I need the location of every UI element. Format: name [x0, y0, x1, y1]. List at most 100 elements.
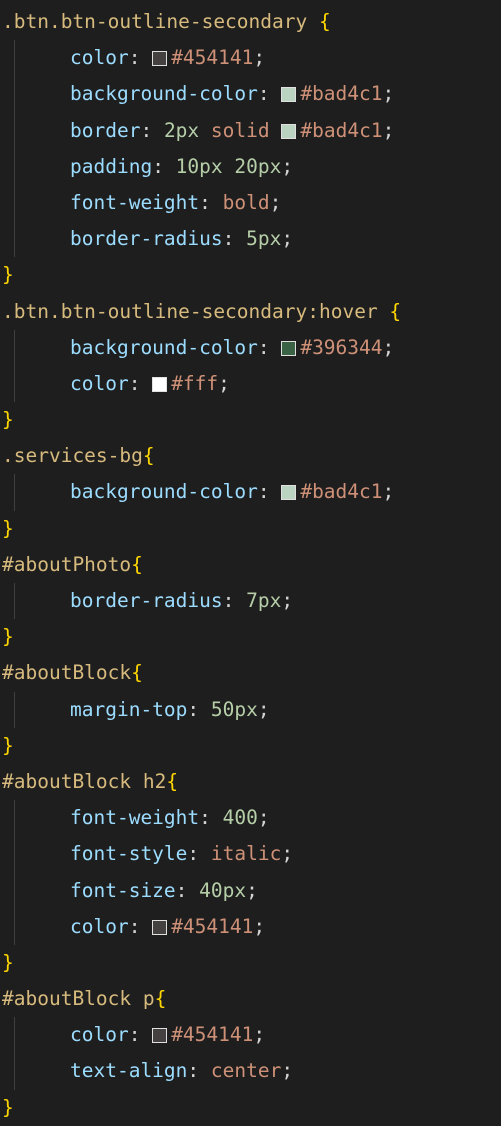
code-line[interactable]: border-radius: 5px;	[0, 221, 501, 258]
css-number: 50px	[210, 697, 258, 721]
semicolon: ;	[281, 1059, 294, 1083]
css-property: padding	[70, 154, 153, 178]
colon: :	[257, 335, 282, 359]
close-brace: }	[2, 263, 14, 287]
code-line[interactable]: border: 2px solid #bad4c1;	[0, 112, 501, 149]
css-property: border-radius	[70, 589, 223, 612]
color-swatch-icon[interactable]	[281, 340, 297, 356]
code-line[interactable]: font-style: italic;	[0, 836, 501, 873]
color-swatch-icon[interactable]	[281, 87, 297, 103]
colon: :	[175, 878, 200, 902]
semicolon: ;	[281, 842, 294, 866]
colon: :	[222, 227, 247, 251]
color-swatch-icon[interactable]	[281, 485, 297, 501]
code-line[interactable]: }	[0, 728, 501, 764]
colon: :	[187, 1059, 211, 1083]
color-swatch-icon[interactable]	[152, 1028, 168, 1044]
semicolon: ;	[382, 480, 395, 504]
code-line[interactable]: }	[0, 945, 501, 981]
semicolon: ;	[257, 806, 270, 830]
code-line[interactable]: text-align: center;	[0, 1053, 501, 1090]
colon: :	[199, 190, 223, 214]
indent-guide	[14, 148, 15, 185]
css-property: background-color	[70, 335, 258, 359]
code-line[interactable]: }	[0, 257, 501, 293]
color-swatch-icon[interactable]	[281, 123, 297, 139]
css-number: 40px	[199, 878, 247, 902]
code-editor[interactable]: .btn.btn-outline-secondary {color: #4541…	[0, 0, 501, 1119]
css-selector: #aboutPhoto	[2, 552, 132, 576]
indent-guide	[14, 329, 15, 366]
colon: :	[187, 697, 211, 721]
css-value: #bad4c1	[300, 480, 383, 504]
indent-guide	[14, 583, 15, 620]
css-property: color	[70, 371, 129, 395]
code-line[interactable]: }	[0, 402, 501, 438]
css-value: #454141	[171, 1023, 254, 1047]
code-line[interactable]: }	[0, 511, 501, 547]
indent-guide	[14, 184, 15, 222]
css-value: solid	[210, 118, 270, 142]
semicolon: ;	[382, 82, 395, 106]
code-line[interactable]: color: #454141;	[0, 1017, 501, 1054]
code-line[interactable]: padding: 10px 20px;	[0, 148, 501, 185]
colon: :	[257, 82, 282, 106]
code-line[interactable]: .services-bg{	[0, 438, 501, 474]
code-line[interactable]: margin-top: 50px;	[0, 691, 501, 728]
css-number: 10px	[175, 154, 223, 178]
colon: :	[152, 154, 176, 178]
code-line[interactable]: #aboutBlock h2{	[0, 764, 501, 800]
css-value: #454141	[171, 46, 254, 70]
css-property: font-style	[70, 842, 188, 866]
css-selector: #aboutBlock p	[2, 987, 155, 1011]
css-selector: .btn.btn-outline-secondary:hover	[2, 299, 390, 323]
semicolon: ;	[281, 154, 294, 178]
code-line[interactable]: color: #454141;	[0, 40, 501, 77]
close-brace: }	[2, 516, 14, 540]
code-line[interactable]: border-radius: 7px;	[0, 583, 501, 620]
code-line[interactable]: font-size: 40px;	[0, 872, 501, 909]
semicolon: ;	[253, 46, 266, 70]
code-line[interactable]: #aboutPhoto{	[0, 547, 501, 583]
css-number: 400	[222, 806, 258, 830]
code-line[interactable]: background-color: #bad4c1;	[0, 474, 501, 511]
css-value: italic	[210, 842, 282, 866]
close-brace: }	[2, 625, 14, 649]
code-line[interactable]: .btn.btn-outline-secondary:hover {	[0, 294, 501, 330]
css-selector: #aboutBlock	[2, 661, 132, 685]
semicolon: ;	[218, 371, 230, 395]
code-line[interactable]: }	[0, 1090, 501, 1126]
colon: :	[128, 371, 153, 395]
code-line[interactable]: #aboutBlock p{	[0, 981, 501, 1017]
css-selector: .services-bg	[2, 444, 143, 468]
css-property: background-color	[70, 82, 258, 106]
css-value: #454141	[171, 914, 254, 938]
code-line[interactable]: font-weight: 400;	[0, 800, 501, 837]
colon: :	[199, 806, 223, 830]
code-line[interactable]: }	[0, 619, 501, 655]
code-line[interactable]: background-color: #396344;	[0, 329, 501, 366]
css-property: border-radius	[70, 227, 223, 251]
color-swatch-icon[interactable]	[152, 919, 168, 935]
indent-guide	[14, 474, 15, 511]
color-swatch-icon[interactable]	[152, 376, 168, 392]
css-number: 20px	[234, 154, 282, 178]
code-line[interactable]: color: #454141;	[0, 908, 501, 945]
indent-guide	[14, 691, 15, 728]
semicolon: ;	[253, 1023, 266, 1047]
code-line[interactable]: color: #fff;	[0, 365, 501, 403]
semicolon: ;	[246, 878, 258, 902]
css-selector: .btn.btn-outline-secondary	[2, 10, 319, 33]
code-line[interactable]: font-weight: bold;	[0, 184, 501, 222]
colon: :	[187, 842, 211, 866]
code-line[interactable]: .btn.btn-outline-secondary {	[0, 4, 501, 40]
css-number: 2px	[163, 118, 200, 142]
indent-guide	[14, 365, 15, 403]
code-line[interactable]: #aboutBlock{	[0, 655, 501, 691]
close-brace: }	[2, 950, 14, 974]
semicolon: ;	[382, 118, 395, 142]
color-swatch-icon[interactable]	[152, 51, 168, 67]
indent-guide	[14, 836, 15, 873]
open-brace: {	[318, 10, 331, 33]
code-line[interactable]: background-color: #bad4c1;	[0, 76, 501, 113]
